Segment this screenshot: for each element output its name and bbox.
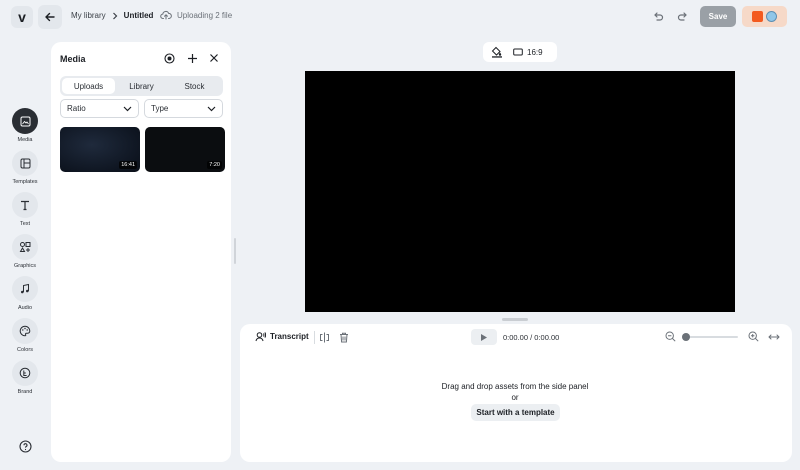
playback-time: 0:00.00 / 0:00.00 (503, 333, 560, 342)
save-button[interactable]: Save (700, 6, 736, 27)
thumbnail-duration: 7:20 (207, 161, 222, 169)
chevron-right-icon (112, 12, 118, 19)
empty-timeline-message: Drag and drop assets from the side panel (441, 382, 589, 391)
zoom-in-icon (748, 331, 759, 342)
rail-item-graphics[interactable]: Graphics (8, 234, 42, 269)
chevron-down-icon (123, 106, 132, 111)
aspect-ratio-icon (513, 48, 523, 56)
rail-item-text[interactable]: Text (8, 192, 42, 227)
graphics-icon (19, 242, 31, 252)
help-icon (19, 440, 32, 453)
fit-timeline-button[interactable] (768, 332, 780, 342)
aspect-ratio-label: 16:9 (527, 47, 543, 57)
ratio-dropdown[interactable]: Ratio (60, 99, 139, 118)
upload-status: Uploading 2 file (160, 10, 232, 20)
panel-title: Media (60, 54, 86, 64)
text-icon (21, 200, 29, 211)
palette-icon (19, 325, 31, 337)
zoom-out-button[interactable] (665, 331, 676, 342)
redo-icon (677, 12, 687, 21)
play-icon (481, 333, 487, 341)
add-media-button[interactable] (187, 53, 198, 64)
split-icon (320, 332, 329, 343)
account-avatars[interactable] (742, 6, 787, 27)
close-icon (210, 54, 218, 62)
start-with-template-button[interactable]: Start with a template (471, 404, 560, 421)
rail-item-media[interactable]: Media (8, 108, 42, 143)
undo-button[interactable] (652, 11, 664, 23)
timeline-resize-handle[interactable] (502, 318, 528, 321)
type-dropdown[interactable]: Type (144, 99, 223, 118)
arrow-left-icon (45, 12, 55, 22)
empty-timeline-or: or (511, 393, 519, 402)
rail-item-templates[interactable]: Templates (8, 150, 42, 185)
breadcrumb: My library Untitled (71, 11, 153, 20)
background-fill-button[interactable] (491, 46, 503, 58)
zoom-out-icon (665, 331, 676, 342)
brand-icon (19, 367, 31, 379)
cloud-upload-icon (160, 10, 172, 20)
split-button[interactable] (319, 332, 330, 343)
user-avatar (766, 11, 777, 22)
media-thumbnail[interactable]: 7:20 (145, 127, 225, 172)
rail-label: Colors (17, 347, 33, 353)
transcript-button[interactable]: Transcript (255, 331, 309, 342)
transcript-label: Transcript (270, 332, 309, 341)
paint-bucket-icon (491, 46, 502, 58)
tab-library[interactable]: Library (115, 78, 168, 94)
media-icon (20, 116, 30, 126)
workspace-avatar (752, 11, 763, 22)
media-thumbnail[interactable]: 16:41 (60, 127, 140, 172)
breadcrumb-library[interactable]: My library (71, 11, 106, 20)
help-button[interactable] (19, 440, 32, 453)
music-icon (21, 283, 29, 294)
aspect-ratio-button[interactable]: 16:9 (513, 48, 543, 57)
thumbnail-duration: 16:41 (119, 161, 137, 169)
rail-label: Text (19, 221, 31, 227)
rail-label: Graphics (13, 263, 36, 269)
media-source-tabs: Uploads Library Stock (60, 76, 223, 96)
back-button[interactable] (38, 5, 62, 29)
zoom-in-button[interactable] (748, 331, 759, 342)
rail-label: Brand (17, 389, 33, 395)
expand-horizontal-icon (768, 334, 780, 340)
tab-stock[interactable]: Stock (168, 78, 221, 94)
type-dropdown-label: Type (151, 104, 169, 113)
tab-uploads[interactable]: Uploads (62, 78, 115, 94)
transcript-icon (255, 332, 266, 342)
rail-item-brand[interactable]: Brand (8, 360, 42, 395)
rail-label: Audio (17, 305, 33, 311)
rail-label: Templates (12, 179, 38, 185)
record-button[interactable] (164, 53, 175, 64)
rail-item-colors[interactable]: Colors (8, 318, 42, 353)
zoom-slider-track[interactable] (685, 336, 738, 338)
ratio-dropdown-label: Ratio (67, 104, 86, 113)
rail-label: Media (17, 137, 33, 143)
templates-icon (20, 158, 30, 168)
close-panel-button[interactable] (209, 53, 219, 63)
project-title[interactable]: Untitled (124, 11, 154, 20)
canvas-toolbar: 16:9 (483, 42, 557, 62)
toolbar-divider (314, 331, 315, 344)
vimeo-logo[interactable]: v (11, 6, 33, 28)
undo-icon (654, 12, 664, 21)
rail-item-audio[interactable]: Audio (8, 276, 42, 311)
zoom-slider-handle[interactable] (682, 333, 690, 341)
video-canvas[interactable] (305, 71, 735, 312)
record-icon (164, 53, 175, 64)
plus-icon (188, 54, 197, 63)
upload-status-text: Uploading 2 file (177, 10, 233, 20)
redo-button[interactable] (677, 11, 689, 23)
trash-icon (340, 332, 348, 343)
panel-resize-handle[interactable] (234, 238, 236, 264)
play-button[interactable] (471, 329, 497, 345)
chevron-down-icon (207, 106, 216, 111)
delete-button[interactable] (339, 332, 349, 343)
